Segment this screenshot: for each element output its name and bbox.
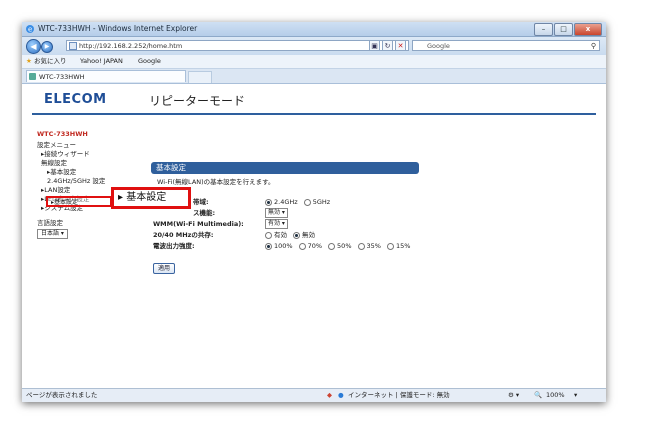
search-placeholder: Google (427, 42, 450, 50)
function-label: ス機能: (193, 209, 216, 217)
sidebar-menu-title: 設定メニュー (37, 141, 76, 149)
wmm-select[interactable]: 有効 ▾ (265, 219, 288, 229)
highlight-box: ▸基本設定 (46, 196, 112, 207)
favorites-star-icon[interactable]: ★ (26, 55, 32, 68)
tab-wtc[interactable]: WTC-733HWH (26, 70, 186, 82)
row-function: ス機能: 無効 ▾ (153, 208, 453, 219)
settings-form: 帯域: 2.4GHz 5GHz ス機能: 無効 ▾ WMM(Wi-Fi Mult… (153, 197, 453, 252)
zoom-level[interactable]: 100% (546, 389, 565, 402)
zoom-icon[interactable]: 🔍 (534, 389, 542, 402)
search-input[interactable]: Google ⚲ (412, 40, 600, 51)
power-35-radio[interactable]: 35% (357, 241, 381, 252)
status-text: ページが表示されました (26, 391, 98, 399)
address-url: http://192.168.2.252/home.htm (79, 42, 183, 50)
page-icon (69, 42, 77, 50)
band-2g-radio[interactable]: 2.4GHz (265, 197, 298, 208)
tab-title: WTC-733HWH (39, 73, 85, 81)
title-bar: e WTC-733HWH - Windows Internet Explorer… (22, 22, 606, 37)
header-divider (32, 113, 596, 115)
band-5g-radio[interactable]: 5GHz (303, 197, 330, 208)
address-bar[interactable]: http://192.168.2.252/home.htm (66, 40, 409, 51)
function-select[interactable]: 無効 ▾ (265, 208, 288, 218)
globe-icon: ● (338, 391, 344, 399)
back-button[interactable]: ◀ (26, 39, 41, 54)
power-50-radio[interactable]: 50% (328, 241, 352, 252)
yahoo-link[interactable]: Yahoo! JAPAN (80, 55, 123, 68)
sidebar-device: WTC-733HWH (37, 130, 88, 138)
browser-window: e WTC-733HWH - Windows Internet Explorer… (22, 22, 606, 402)
close-button[interactable]: x (574, 23, 602, 36)
row-wmm: WMM(Wi-Fi Multimedia): 有効 ▾ (153, 219, 453, 230)
search-icon[interactable]: ⚲ (591, 41, 596, 51)
power-70-radio[interactable]: 70% (298, 241, 322, 252)
coexist-disable-radio[interactable]: 無効 (293, 230, 315, 241)
section-description: Wi-Fi(無線LAN)の基本設定を行えます。 (157, 178, 275, 186)
row-coexist: 20/40 MHzの共存: 有効 無効 (153, 230, 453, 241)
google-link[interactable]: Google (138, 55, 161, 68)
wmm-label: WMM(Wi-Fi Multimedia): (153, 220, 244, 228)
svg-text:e: e (28, 26, 32, 34)
ie-logo-icon: e (26, 25, 34, 34)
status-bar: ページが表示されました ◆ ● インターネット | 保護モード: 無効 ⚙ ▾ … (22, 388, 606, 402)
band-label: 帯域: (193, 198, 209, 206)
tab-row: WTC-733HWH (22, 69, 606, 84)
sidebar: WTC-733HWH 設定メニュー ▸接続ウィザード 無線設定 ▸基本設定 2.… (37, 130, 147, 239)
security-icon: ◆ (327, 391, 332, 399)
new-tab-button[interactable] (188, 71, 212, 83)
page-content: ELECOM リピーターモード WTC-733HWH 設定メニュー ▸接続ウィザ… (22, 84, 606, 388)
zoom-dropdown-icon[interactable]: ▾ (574, 389, 577, 402)
window-title: WTC-733HWH - Windows Internet Explorer (38, 24, 198, 33)
row-power: 電波出力強度: 100% 70% 50% 35% 15% (153, 241, 453, 252)
lang-label: 言語設定 (37, 219, 63, 227)
refresh-icon[interactable]: ↻ (382, 40, 393, 51)
sidebar-item-wizard[interactable]: ▸接続ウィザード (37, 150, 147, 159)
coexist-label: 20/40 MHzの共存: (153, 231, 214, 239)
zone-text: インターネット | 保護モード: 無効 (348, 391, 450, 399)
sidebar-item-wireless[interactable]: 無線設定 (37, 159, 147, 168)
sidebar-item-band[interactable]: 2.4GHz/5GHz 設定 (37, 177, 147, 186)
minimize-button[interactable]: – (534, 23, 553, 36)
callout-box: ▸ 基本設定 (111, 187, 191, 209)
compat-view-icon[interactable]: ▣ (369, 40, 380, 51)
apply-button[interactable]: 適用 (153, 263, 176, 274)
favorites-bar: ★ お気に入り Yahoo! JAPAN Google (22, 55, 606, 69)
highlight-label: ▸基本設定 (51, 199, 79, 206)
stop-icon[interactable]: ✕ (395, 40, 406, 51)
lang-value: 日本語 (41, 230, 60, 237)
lang-select[interactable]: 日本語 ▾ (37, 229, 68, 239)
maximize-button[interactable]: □ (554, 23, 573, 36)
tools-icon[interactable]: ⚙ ▾ (508, 389, 519, 402)
page-title: リピーターモード (149, 94, 246, 108)
favorites-button[interactable]: お気に入り (34, 55, 67, 68)
section-header: 基本設定 (151, 162, 419, 174)
brand-logo: ELECOM (44, 92, 107, 107)
power-label: 電波出力強度: (153, 242, 195, 250)
tab-favicon-icon (29, 73, 36, 80)
forward-button[interactable]: ▶ (41, 41, 53, 53)
power-100-radio[interactable]: 100% (265, 241, 293, 252)
power-15-radio[interactable]: 15% (386, 241, 410, 252)
sidebar-item-basic[interactable]: ▸基本設定 (37, 168, 147, 177)
coexist-enable-radio[interactable]: 有効 (265, 230, 287, 241)
address-row: ◀ ▶ http://192.168.2.252/home.htm ▣ ↻ ✕ … (22, 37, 606, 55)
row-band: 帯域: 2.4GHz 5GHz (153, 197, 453, 208)
